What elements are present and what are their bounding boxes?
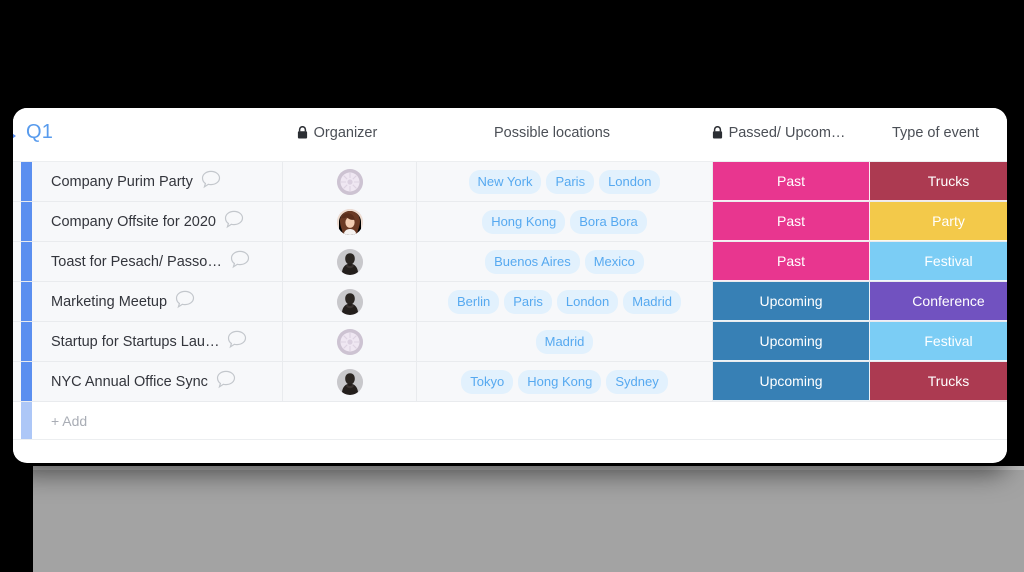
- status-badge[interactable]: Past: [713, 242, 870, 281]
- cell-item-name[interactable]: NYC Annual Office Sync: [32, 362, 283, 401]
- status-badge[interactable]: Past: [713, 202, 870, 241]
- table-row[interactable]: Marketing Meetup Berlin Paris London Madrid U…: [13, 282, 1007, 322]
- location-chip[interactable]: Mexico: [584, 249, 644, 274]
- screen: Q1 Organizer Possible locations Passed/: [0, 0, 1024, 572]
- cell-locations[interactable]: Madrid: [417, 322, 713, 361]
- comment-bubble-icon[interactable]: [216, 370, 236, 394]
- avatar[interactable]: [336, 288, 363, 315]
- comment-bubble-icon[interactable]: [230, 250, 250, 274]
- desktop-background-band: [33, 470, 1024, 572]
- cell-item-name[interactable]: Startup for Startups Lau…: [32, 322, 283, 361]
- avatar[interactable]: [336, 328, 363, 355]
- comment-bubble-icon[interactable]: [201, 170, 221, 194]
- cell-item-name[interactable]: Marketing Meetup: [32, 282, 283, 321]
- cell-item-name[interactable]: Company Offsite for 2020: [32, 202, 283, 241]
- card-footer: [13, 440, 1007, 462]
- cell-organizer[interactable]: [283, 242, 417, 281]
- location-chip[interactable]: Paris: [504, 289, 552, 314]
- row-color-bar: [21, 362, 32, 401]
- add-row-label[interactable]: + Add: [51, 413, 87, 429]
- cell-locations[interactable]: New York Paris London: [417, 162, 713, 201]
- avatar[interactable]: [336, 368, 363, 395]
- item-name-label: Company Offsite for 2020: [51, 213, 216, 230]
- item-name-label: Company Purim Party: [51, 173, 193, 190]
- location-chip[interactable]: Hong Kong: [482, 209, 566, 234]
- event-type-badge[interactable]: Festival: [870, 322, 1007, 361]
- location-chip[interactable]: Bora Bora: [570, 209, 647, 234]
- board-header: Q1 Organizer Possible locations Passed/: [13, 108, 1007, 162]
- column-header-locations[interactable]: Possible locations: [404, 125, 700, 141]
- location-chip[interactable]: Paris: [546, 169, 595, 194]
- board-card: Q1 Organizer Possible locations Passed/: [13, 108, 1007, 463]
- board-rows: Company Purim Party New York Paris London Pa…: [13, 162, 1007, 402]
- row-color-bar: [21, 202, 32, 241]
- add-row[interactable]: + Add: [13, 402, 1007, 440]
- event-type-badge[interactable]: Trucks: [870, 362, 1007, 401]
- event-type-badge[interactable]: Festival: [870, 242, 1007, 281]
- column-header-status[interactable]: Passed/ Upcom…: [700, 125, 857, 143]
- location-chip[interactable]: New York: [468, 169, 542, 194]
- location-chip[interactable]: London: [599, 169, 661, 194]
- event-type-badge[interactable]: Trucks: [870, 162, 1007, 201]
- cell-item-name[interactable]: Toast for Pesach/ Passo…: [32, 242, 283, 281]
- table-row[interactable]: Toast for Pesach/ Passo… Buenos Aires Mexi…: [13, 242, 1007, 282]
- location-chip[interactable]: Sydney: [606, 369, 668, 394]
- comment-bubble-icon[interactable]: [227, 330, 247, 354]
- row-color-bar: [21, 322, 32, 361]
- table-row[interactable]: Company Offsite for 2020 Hong Kong Bora Bo…: [13, 202, 1007, 242]
- status-badge[interactable]: Upcoming: [713, 362, 870, 401]
- add-row-color-bar: [21, 402, 32, 439]
- status-badge[interactable]: Upcoming: [713, 282, 870, 321]
- row-color-bar: [21, 242, 32, 281]
- row-color-bar: [21, 282, 32, 321]
- cell-locations[interactable]: Tokyo Hong Kong Sydney: [417, 362, 713, 401]
- location-chip[interactable]: London: [556, 289, 619, 314]
- location-chip[interactable]: Madrid: [623, 289, 681, 314]
- location-chip[interactable]: Madrid: [535, 329, 594, 354]
- column-header-organizer[interactable]: Organizer: [270, 125, 404, 143]
- column-header-status-label: Passed/ Upcom…: [728, 125, 846, 141]
- event-type-badge[interactable]: Party: [870, 202, 1007, 241]
- avatar[interactable]: [336, 248, 363, 275]
- cell-organizer[interactable]: [283, 202, 417, 241]
- comment-bubble-icon[interactable]: [224, 210, 244, 234]
- triangle-right-icon[interactable]: [13, 131, 16, 141]
- cell-organizer[interactable]: [283, 322, 417, 361]
- avatar[interactable]: [336, 208, 363, 235]
- table-row[interactable]: NYC Annual Office Sync Tokyo Hong Kong Sydn…: [13, 362, 1007, 402]
- table-row[interactable]: Startup for Startups Lau… Madrid Upcoming F…: [13, 322, 1007, 362]
- item-name-label: NYC Annual Office Sync: [51, 373, 208, 390]
- column-header-type[interactable]: Type of event: [857, 125, 1007, 141]
- cell-organizer[interactable]: [283, 362, 417, 401]
- row-color-bar: [21, 162, 32, 201]
- cell-locations[interactable]: Hong Kong Bora Bora: [417, 202, 713, 241]
- location-chip[interactable]: Berlin: [447, 289, 500, 314]
- group-title[interactable]: Q1: [26, 121, 53, 144]
- location-chip[interactable]: Hong Kong: [518, 369, 602, 394]
- table-row[interactable]: Company Purim Party New York Paris London Pa…: [13, 162, 1007, 202]
- item-name-label: Marketing Meetup: [51, 293, 168, 310]
- cell-locations[interactable]: Berlin Paris London Madrid: [417, 282, 713, 321]
- cell-item-name[interactable]: Company Purim Party: [32, 162, 283, 201]
- event-type-badge[interactable]: Conference: [870, 282, 1007, 321]
- status-badge[interactable]: Past: [713, 162, 870, 201]
- cell-organizer[interactable]: [283, 282, 417, 321]
- item-name-label: Startup for Startups Lau…: [51, 333, 220, 350]
- location-chip[interactable]: Tokyo: [461, 369, 514, 394]
- cell-locations[interactable]: Buenos Aires Mexico: [417, 242, 713, 281]
- lock-icon: [297, 126, 308, 143]
- lock-icon: [712, 126, 723, 143]
- comment-bubble-icon[interactable]: [175, 290, 195, 314]
- cell-organizer[interactable]: [283, 162, 417, 201]
- column-header-organizer-label: Organizer: [313, 125, 378, 141]
- item-name-label: Toast for Pesach/ Passo…: [51, 253, 222, 270]
- avatar[interactable]: [336, 168, 363, 195]
- location-chip[interactable]: Buenos Aires: [485, 249, 580, 274]
- status-badge[interactable]: Upcoming: [713, 322, 870, 361]
